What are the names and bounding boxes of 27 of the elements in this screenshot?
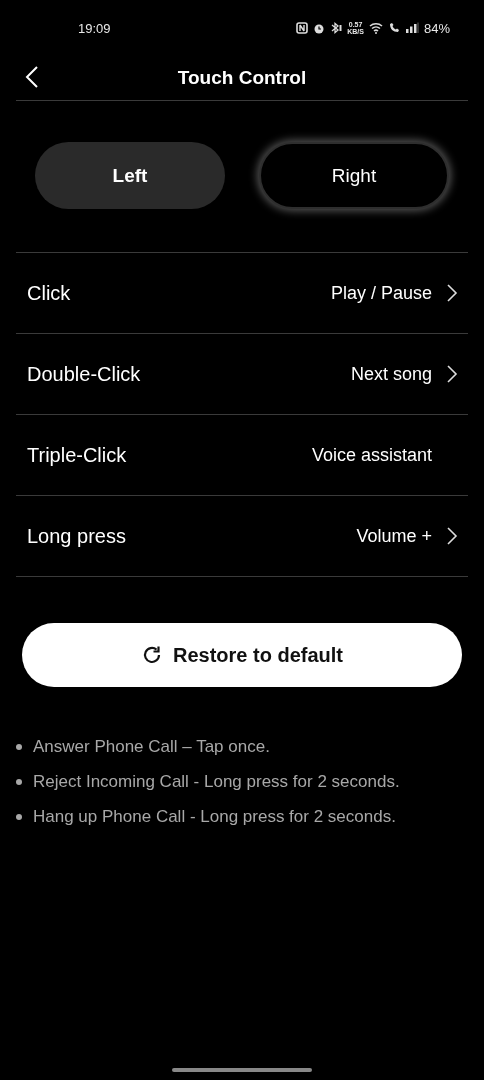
action-value[interactable]: Voice assistant [311, 444, 432, 466]
note-text: Answer Phone Call – Tap once. [33, 737, 270, 757]
bullet-icon [16, 814, 22, 820]
note-text: Hang up Phone Call - Long press for 2 seconds. [33, 807, 396, 827]
action-value[interactable]: Volume + [356, 525, 432, 547]
earbud-tab[interactable]: Right [259, 142, 449, 209]
action-value[interactable]: Next song [350, 363, 432, 385]
gesture-label: Triple-Click [27, 443, 128, 467]
gesture-label: Long press [27, 524, 127, 548]
alarm-icon [313, 22, 326, 34]
restore-default-button[interactable]: Restore to default [22, 623, 462, 687]
refresh-icon [141, 644, 163, 666]
action-value[interactable]: Play / Pause [330, 282, 432, 304]
note-text: Reject Incoming Call - Long press for 2 seconds. [33, 772, 400, 792]
gesture-label: Double-Click [27, 362, 142, 386]
bullet-icon [16, 779, 22, 785]
battery-level: 84% [423, 20, 450, 36]
status-time: 19:09 [78, 20, 112, 36]
nfc-icon [296, 22, 309, 34]
wifi-icon [368, 22, 383, 34]
earbud-tab[interactable]: Left [35, 142, 225, 209]
gesture-label: Click [27, 281, 72, 305]
phone-icon [387, 22, 400, 34]
bluetooth-icon [330, 22, 343, 34]
signal-icon [404, 22, 419, 34]
page-title: Touch Control [177, 67, 307, 89]
bullet-icon [16, 744, 22, 750]
